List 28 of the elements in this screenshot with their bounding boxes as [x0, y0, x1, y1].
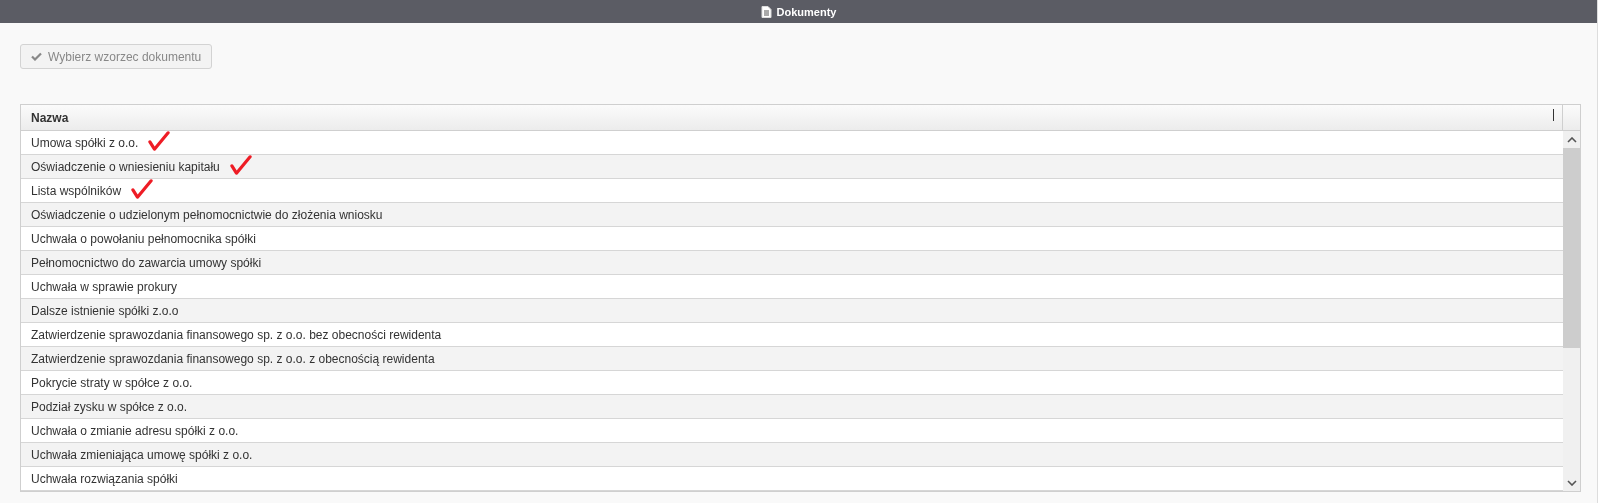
table-cell: Umowa spółki z o.o. [31, 135, 139, 150]
table-cell: Oświadczenie o udzielonym pełnomocnictwie do złożenia wniosku [31, 207, 383, 222]
table-cell: Uchwała w sprawie prokury [31, 279, 178, 294]
table-cell: Zatwierdzenie sprawozdania finansowego sp. z o.o. bez obecności rewidenta [31, 327, 442, 342]
document-icon [760, 5, 772, 18]
table-cell: Uchwała zmieniająca umowę spółki z o.o. [31, 447, 253, 462]
table-row[interactable]: Uchwała zmieniająca umowę spółki z o.o. [21, 443, 1563, 467]
table-cell: Pełnomocnictwo do zawarcia umowy spółki [31, 255, 262, 270]
table-row[interactable]: Oświadczenie o wniesieniu kapitału [21, 155, 1563, 179]
table-row[interactable]: Oświadczenie o udzielonym pełnomocnictwie do złożenia wniosku [21, 203, 1563, 227]
table-cell: Uchwała rozwiązania spółki [31, 471, 178, 486]
check-icon [31, 52, 42, 61]
table-cell: Zatwierdzenie sprawozdania finansowego sp. z o.o. z obecnością rewidenta [31, 351, 435, 366]
table-row[interactable]: Podział zysku w spółce z o.o. [21, 395, 1563, 419]
table-row[interactable]: Uchwała rozwiązania spółki [21, 467, 1563, 491]
window-title: Dokumenty [776, 5, 837, 18]
table-cell: Uchwała o zmianie adresu spółki z o.o. [31, 423, 239, 438]
table-cell: Pokrycie straty w spółce z o.o. [31, 375, 193, 390]
table-cell: Oświadczenie o wniesieniu kapitału [31, 159, 220, 174]
table-row[interactable]: Dalsze istnienie spółki z.o.o [21, 299, 1563, 323]
table-cell: Podział zysku w spółce z o.o. [31, 399, 188, 414]
table-cell: Lista wspólników [31, 183, 122, 198]
table-row[interactable]: Pełnomocnictwo do zawarcia umowy spółki [21, 251, 1563, 275]
table-cell: Dalsze istnienie spółki z.o.o [31, 303, 179, 318]
scrollbar[interactable] [1563, 131, 1580, 491]
table-cell: Uchwała o powołaniu pełnomocnika spółki [31, 231, 256, 246]
column-resize-handle[interactable] [1553, 109, 1554, 121]
table-row[interactable]: Zatwierdzenie sprawozdania finansowego sp. z o.o. z obecnością rewidenta [21, 347, 1563, 371]
